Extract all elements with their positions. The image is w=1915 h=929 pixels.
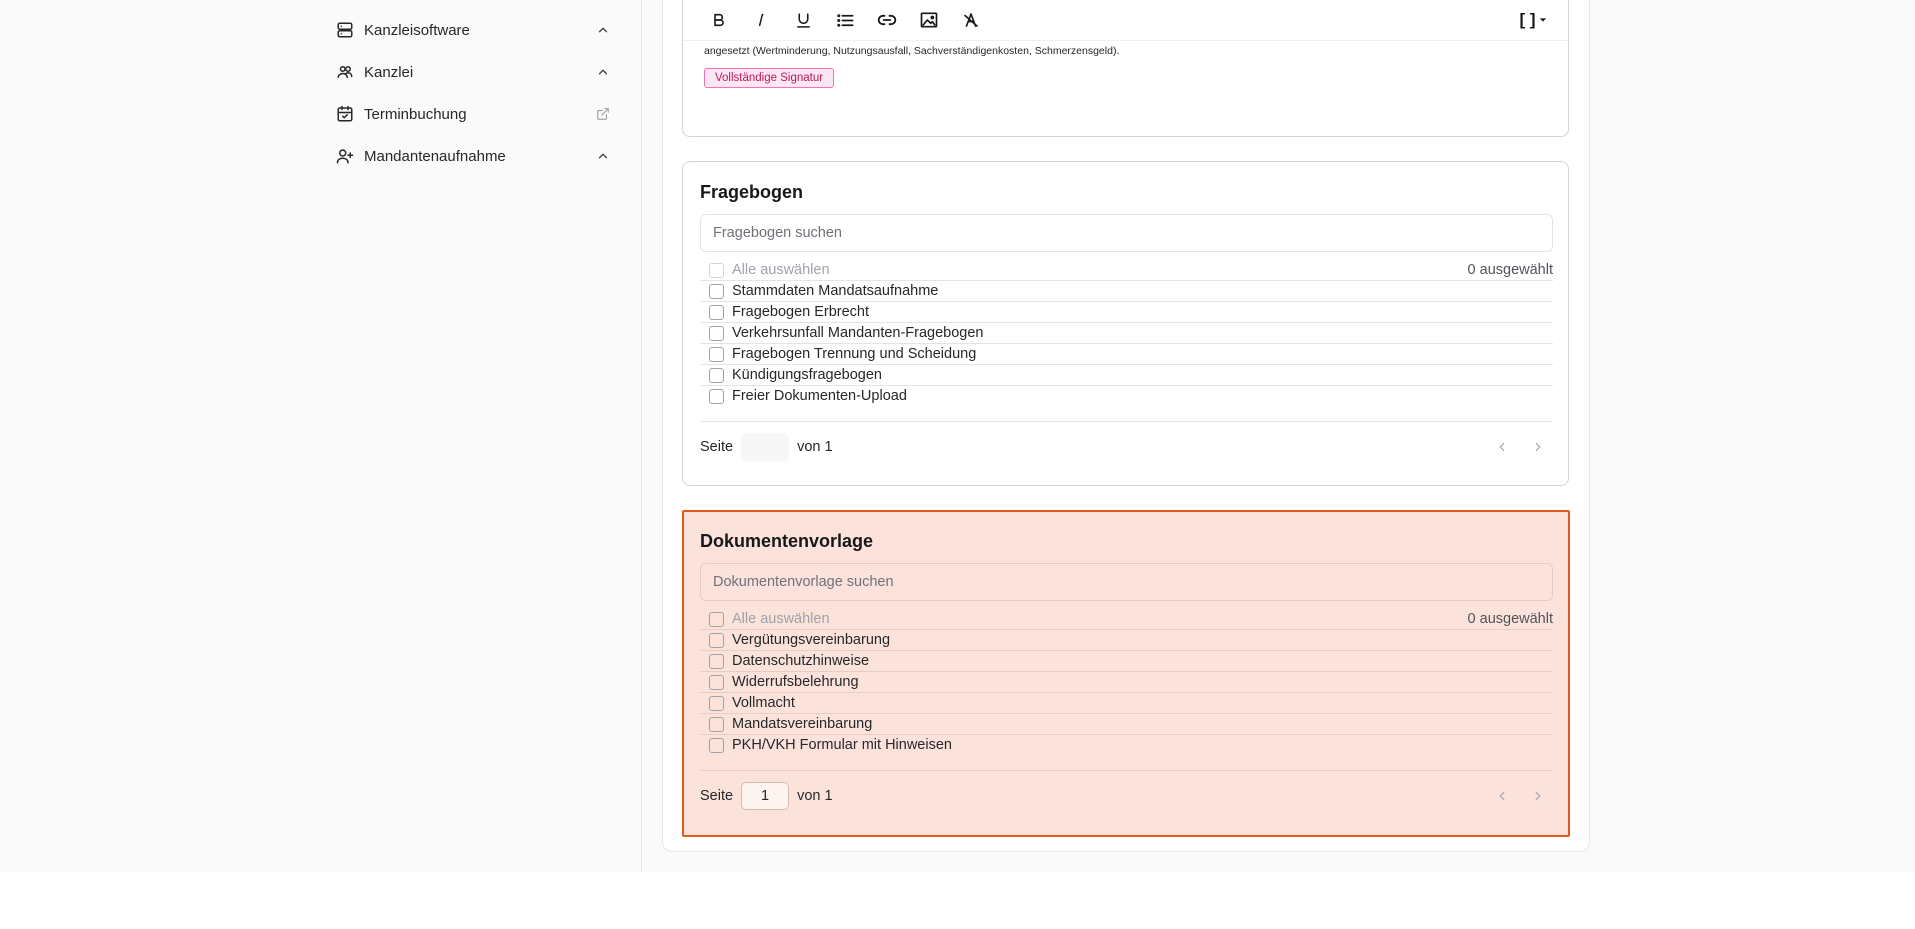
fragebogen-list: Stammdaten Mandatsaufnahme Fragebogen Er…	[700, 280, 1553, 406]
page-of-label: von 1	[797, 787, 833, 804]
list-item[interactable]: Fragebogen Trennung und Scheidung	[700, 343, 1553, 364]
page-of-label: von 1	[797, 438, 833, 455]
list-item[interactable]: Freier Dokumenten-Upload	[700, 385, 1553, 406]
list-item[interactable]: Verkehrsunfall Mandanten-Fragebogen	[700, 322, 1553, 343]
editor-toolbar: [ ]	[683, 1, 1568, 41]
chevron-right-icon[interactable]	[1523, 781, 1553, 811]
calendar-check-icon	[336, 105, 354, 123]
item-checkbox[interactable]	[709, 716, 724, 732]
item-label: PKH/VKH Formular mit Hinweisen	[732, 737, 952, 753]
fragebogen-search-input[interactable]	[700, 214, 1553, 252]
item-label: Fragebogen Erbrecht	[732, 304, 870, 320]
link-icon[interactable]	[872, 5, 902, 35]
item-checkbox[interactable]	[709, 346, 724, 362]
server-icon	[336, 21, 354, 39]
select-all-checkbox[interactable]	[709, 611, 724, 627]
brackets-label: [ ]	[1519, 10, 1536, 29]
item-checkbox[interactable]	[709, 737, 724, 753]
select-all-label: Alle auswählen	[732, 611, 830, 627]
item-label: Stammdaten Mandatsaufnahme	[732, 283, 939, 299]
panel-title: Fragebogen	[700, 182, 804, 202]
item-label: Verkehrsunfall Mandanten-Fragebogen	[732, 325, 984, 341]
external-link-icon	[596, 107, 610, 121]
sidebar-item-mandantenaufnahme[interactable]: Mandantenaufnahme	[336, 140, 610, 172]
list-item[interactable]: Vergütungsvereinbarung	[700, 629, 1553, 650]
item-label: Vergütungsvereinbarung	[732, 632, 891, 648]
item-checkbox[interactable]	[709, 367, 724, 383]
item-checkbox[interactable]	[709, 283, 724, 299]
select-all-label: Alle auswählen	[732, 262, 830, 278]
item-label: Datenschutzhinweise	[732, 653, 870, 669]
item-checkbox[interactable]	[709, 632, 724, 648]
chevron-up-icon[interactable]	[596, 23, 610, 37]
sidebar-item-kanzleisoftware[interactable]: Kanzleisoftware	[336, 14, 610, 46]
app-background: Kanzleisoftware Kanzlei Terminbuchung Ma…	[0, 0, 1915, 872]
page-number-input[interactable]	[741, 432, 790, 461]
list-item[interactable]: Datenschutzhinweise	[700, 650, 1553, 671]
user-plus-icon	[336, 147, 354, 165]
item-label: Widerrufsbelehrung	[732, 674, 859, 690]
sidebar-item-label: Kanzlei	[364, 63, 414, 81]
chevron-up-icon[interactable]	[596, 65, 610, 79]
page-number-input[interactable]	[741, 781, 790, 810]
dokumentenvorlage-search-input[interactable]	[700, 563, 1553, 601]
selected-count: 0 ausgewählt	[1467, 262, 1553, 278]
chevron-left-icon[interactable]	[1487, 781, 1517, 811]
bold-icon[interactable]	[704, 5, 734, 35]
list-item[interactable]: Fragebogen Erbrecht	[700, 301, 1553, 322]
item-checkbox[interactable]	[709, 674, 724, 690]
bullet-list-icon[interactable]	[830, 5, 860, 35]
signature-badge[interactable]: Vollständige Signatur	[704, 68, 835, 88]
selected-count: 0 ausgewählt	[1467, 611, 1553, 627]
item-label: Vollmacht	[732, 695, 795, 711]
list-item[interactable]: Vollmacht	[700, 692, 1553, 713]
select-all-row[interactable]: Alle auswählen 0 ausgewählt	[700, 609, 1553, 629]
list-item[interactable]: Stammdaten Mandatsaufnahme	[700, 280, 1553, 301]
underline-icon[interactable]	[788, 5, 818, 35]
sidebar-item-label: Kanzleisoftware	[364, 21, 470, 39]
sidebar-item-terminbuchung[interactable]: Terminbuchung	[336, 98, 610, 130]
chevron-left-icon[interactable]	[1487, 432, 1517, 462]
sidebar-item-kanzlei[interactable]: Kanzlei	[336, 56, 610, 88]
italic-icon[interactable]	[746, 5, 776, 35]
sidebar-item-label: Terminbuchung	[364, 105, 467, 123]
page-label: Seite	[700, 438, 734, 455]
item-label: Fragebogen Trennung und Scheidung	[732, 346, 977, 362]
page-footer-area	[0, 872, 1915, 929]
chevron-up-icon[interactable]	[596, 149, 610, 163]
page-label: Seite	[700, 787, 734, 804]
list-item[interactable]: Kündigungsfragebogen	[700, 364, 1553, 385]
item-checkbox[interactable]	[709, 325, 724, 341]
pagination: Seite von 1	[700, 770, 1553, 820]
list-item[interactable]: PKH/VKH Formular mit Hinweisen	[700, 734, 1553, 755]
image-icon[interactable]	[914, 5, 944, 35]
item-label: Kündigungsfragebogen	[732, 367, 882, 383]
signature-editor[interactable]: [ ] angesetzt (Wertminderung, Nutzungsau…	[682, 0, 1569, 137]
fragebogen-panel: Fragebogen Alle auswählen 0 ausgewählt S…	[682, 161, 1569, 486]
chevron-right-icon[interactable]	[1523, 432, 1553, 462]
item-checkbox[interactable]	[709, 653, 724, 669]
placeholder-brackets-icon[interactable]: [ ]	[1513, 5, 1553, 35]
list-item[interactable]: Widerrufsbelehrung	[700, 671, 1553, 692]
dokumentenvorlage-panel: Dokumentenvorlage Alle auswählen 0 ausge…	[682, 510, 1570, 837]
pagination: Seite von 1	[700, 421, 1553, 471]
item-checkbox[interactable]	[709, 388, 724, 404]
sidebar-item-label: Mandantenaufnahme	[364, 147, 506, 165]
item-checkbox[interactable]	[709, 304, 724, 320]
clear-format-icon[interactable]	[956, 5, 986, 35]
list-item[interactable]: Mandatsvereinbarung	[700, 713, 1553, 734]
editor-body-text[interactable]: angesetzt (Wertminderung, Nutzungsausfal…	[704, 45, 1119, 57]
sidebar: Kanzleisoftware Kanzlei Terminbuchung Ma…	[0, 0, 642, 872]
item-label: Freier Dokumenten-Upload	[732, 388, 907, 404]
dokumentenvorlage-list: Vergütungsvereinbarung Datenschutzhinwei…	[700, 629, 1553, 755]
select-all-checkbox[interactable]	[709, 262, 724, 278]
item-checkbox[interactable]	[709, 695, 724, 711]
item-label: Mandatsvereinbarung	[732, 716, 873, 732]
panel-title: Dokumentenvorlage	[700, 531, 874, 551]
select-all-row[interactable]: Alle auswählen 0 ausgewählt	[700, 260, 1553, 280]
users-icon	[336, 63, 354, 81]
